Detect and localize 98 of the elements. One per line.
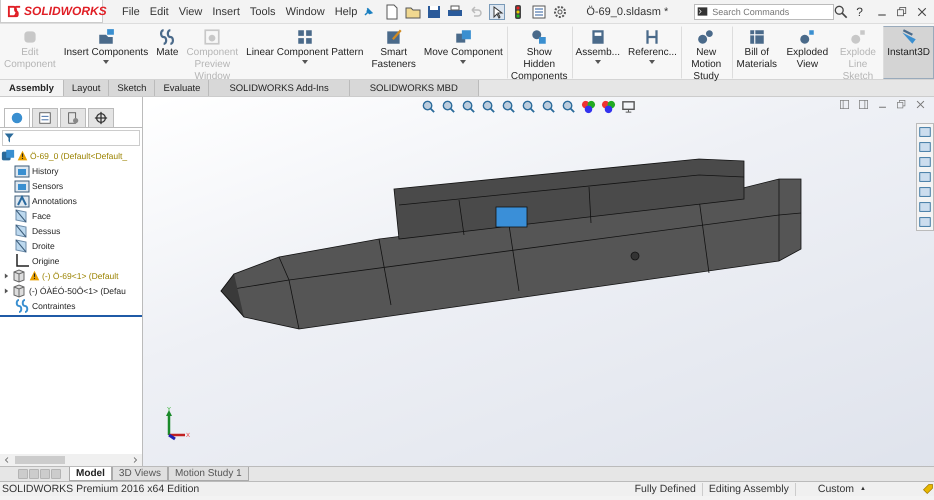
ribbon-button[interactable]: Exploded View [782,26,833,79]
preview-window-icon [203,28,222,46]
tree-item[interactable]: Origine [32,256,60,266]
ds-logo-icon [7,4,22,18]
ribbon-tab[interactable]: SOLIDWORKS MBD [350,80,479,96]
bottom-tab[interactable]: 3D Views [112,467,168,481]
menu-item[interactable]: View [174,6,208,18]
tree-item[interactable]: Contraintes [32,300,76,310]
menu-item[interactable]: Edit [144,6,174,18]
close-icon[interactable] [915,99,926,110]
ribbon-tab[interactable]: SOLIDWORKS Add-Ins [209,80,350,96]
tree-item[interactable]: Face [32,210,51,220]
part-icon [11,268,27,284]
monitor-icon[interactable] [621,98,636,114]
edition-text: SOLIDWORKS Premium 2016 x64 Edition [1,483,200,495]
part-icon [11,282,27,298]
menu-item[interactable]: Help [330,6,362,18]
ribbon-button[interactable]: Instant3D [883,26,934,79]
help-button[interactable]: ? [856,4,863,18]
bottom-tab[interactable]: Motion Study 1 [168,467,249,481]
ribbon-button[interactable]: Move Component [420,26,507,79]
folder-icon [14,162,30,178]
scene-icon[interactable] [601,98,616,114]
tile-left-icon[interactable] [839,99,850,110]
bottom-tab[interactable]: Model [69,467,112,481]
ribbon-tab[interactable]: Sketch [109,80,156,96]
menu-item[interactable]: Insert [207,6,245,18]
ribbon-button[interactable]: Assemb... [572,26,624,79]
ribbon-button[interactable]: New Motion Study [680,26,732,79]
ribbon-button[interactable]: Insert Components [60,26,152,79]
ribbon-tab[interactable]: Layout [64,80,110,96]
scroll-right-icon[interactable] [131,456,139,464]
document-title: Ö-69_0.sldasm * [586,6,668,18]
cursor-icon[interactable] [489,4,506,20]
ribbon-button[interactable]: Referenc... [624,26,681,79]
search-icon[interactable] [834,4,848,18]
motion-icon [697,28,716,46]
table-icon [748,28,766,46]
dimxpert-tab[interactable] [88,108,114,127]
horizontal-scrollbar[interactable] [0,454,142,466]
menu-item[interactable]: File [117,6,145,18]
units-text[interactable]: Custom [818,483,854,495]
tree-item[interactable]: (-) Ö-69<1> (Default [42,270,119,280]
status-text: Editing Assembly [702,482,796,496]
ribbon-tab[interactable]: Evaluate [155,80,210,96]
tree-item[interactable]: Dessus [32,226,60,236]
exploded-icon [798,28,816,46]
exploded-icon [848,28,867,46]
tree-item[interactable]: Sensors [32,180,64,190]
ribbon-tab[interactable]: Assembly [0,80,64,96]
configuration-tab[interactable] [60,108,86,127]
annotation-icon [14,192,30,208]
pin-icon[interactable] [362,6,374,18]
ribbon-button[interactable]: Smart Fasteners [367,26,420,79]
tree-item[interactable]: History [32,166,58,176]
new-document-icon[interactable] [384,4,400,20]
save-icon[interactable] [426,4,442,20]
folder-icon[interactable] [918,155,932,169]
tree-icon [10,111,24,125]
warning-icon [17,150,28,161]
configuration-icon [66,111,80,125]
pattern-icon [296,28,314,46]
expand-arrow-icon[interactable] [4,272,9,278]
folder-icon [14,178,30,194]
list-icon [38,111,52,125]
fastener-icon [384,28,403,46]
ribbon-button[interactable]: Mate [152,26,182,79]
ribbon-button[interactable]: Linear Component Pattern [242,26,368,79]
tree-item[interactable]: Ö-69_0 (Default<Default_ [30,150,128,160]
tree-item[interactable]: Annotations [32,196,77,206]
ribbon-button[interactable]: Show Hidden Components [506,26,572,79]
warning-icon [29,270,40,281]
status-text: Fully Defined [628,482,703,496]
tile-right-icon[interactable] [858,99,869,110]
tree-item[interactable]: (-) ÓÀÉÓ-50Ô<1> (Defau [29,286,126,296]
origin-icon [14,252,30,268]
crosshair-icon [94,111,108,125]
paperclip-icon [158,28,176,46]
close-icon[interactable] [916,6,928,18]
axis-triad-drawing [166,410,185,440]
ribbon-button[interactable]: Bill of Materials [732,26,782,79]
list-icon[interactable] [531,4,548,20]
settings-icon[interactable] [552,4,568,20]
filter-field[interactable] [2,130,140,146]
menu-item[interactable]: Tools [244,6,281,18]
feature-tree-tab[interactable] [4,108,30,127]
search-field[interactable]: Search Commands [694,4,834,20]
menu-item[interactable]: Window [280,6,330,18]
insert-icon [96,28,115,46]
zoom-fit-icon[interactable] [421,98,436,114]
expand-arrow-icon[interactable] [4,288,9,294]
scroll-left-icon[interactable] [3,456,11,464]
paperclip-icon [14,298,30,314]
property-tab[interactable] [32,108,58,127]
tag-icon[interactable] [922,483,934,495]
tree-item[interactable]: Droite [32,240,55,250]
restore-icon[interactable] [896,99,907,110]
restore-icon[interactable] [896,6,908,18]
